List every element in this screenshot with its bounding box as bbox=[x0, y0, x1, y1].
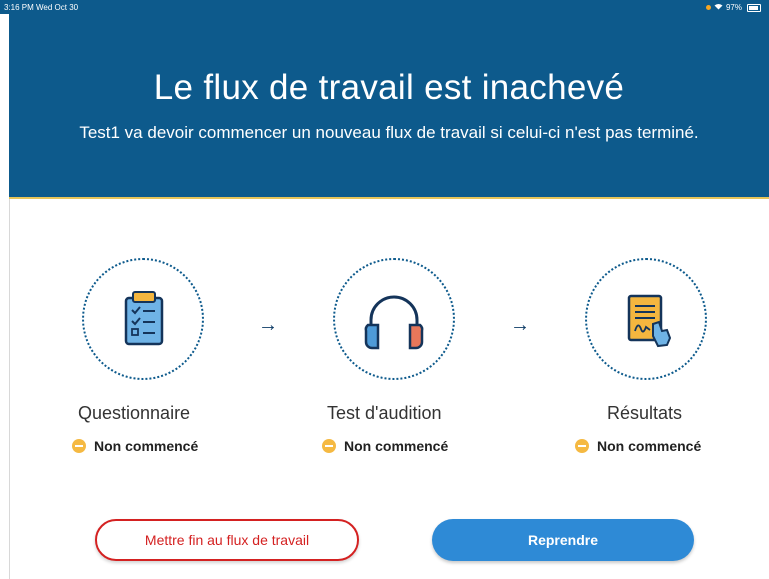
step-audition-ring bbox=[333, 258, 455, 380]
status-bar: 3:16 PM Wed Oct 30 97% bbox=[0, 0, 769, 14]
step-status-questionnaire: Non commencé bbox=[72, 438, 198, 454]
header-banner: Le flux de travail est inachevé Test1 va… bbox=[9, 14, 769, 199]
signed-document-icon bbox=[627, 294, 672, 348]
step-status-results: Non commencé bbox=[575, 438, 701, 454]
page-subtitle: Test1 va devoir commencer un nouveau flu… bbox=[79, 123, 699, 142]
arrow-right-icon: → bbox=[510, 314, 530, 336]
pending-status-icon bbox=[322, 439, 336, 453]
end-workflow-button[interactable]: Mettre fin au flux de travail bbox=[95, 519, 359, 561]
status-text: Non commencé bbox=[597, 438, 702, 454]
wifi-icon bbox=[714, 3, 723, 12]
clipboard-checklist-icon bbox=[124, 291, 164, 346]
page-title: Le flux de travail est inachevé bbox=[153, 68, 625, 107]
step-questionnaire-ring bbox=[82, 258, 204, 380]
status-text: Non commencé bbox=[344, 438, 449, 454]
activity-dot-icon bbox=[705, 5, 711, 10]
pending-status-icon bbox=[575, 439, 589, 453]
step-label-questionnaire: Questionnaire bbox=[78, 403, 191, 423]
status-indicators: 97% bbox=[705, 3, 761, 12]
step-status-audition: Non commencé bbox=[322, 438, 448, 454]
battery-percent: 97% bbox=[725, 3, 742, 12]
step-label-audition: Test d'audition bbox=[327, 403, 442, 423]
resume-button[interactable]: Reprendre bbox=[432, 519, 694, 561]
headphones-icon bbox=[364, 295, 424, 350]
battery-icon bbox=[747, 3, 761, 12]
status-text: Non commencé bbox=[94, 438, 199, 454]
step-results-ring bbox=[585, 258, 707, 380]
status-time: 3:16 PM Wed Oct 30 bbox=[4, 3, 79, 12]
pending-status-icon bbox=[72, 439, 86, 453]
arrow-right-icon: → bbox=[258, 314, 278, 336]
step-label-results: Résultats bbox=[607, 403, 683, 423]
